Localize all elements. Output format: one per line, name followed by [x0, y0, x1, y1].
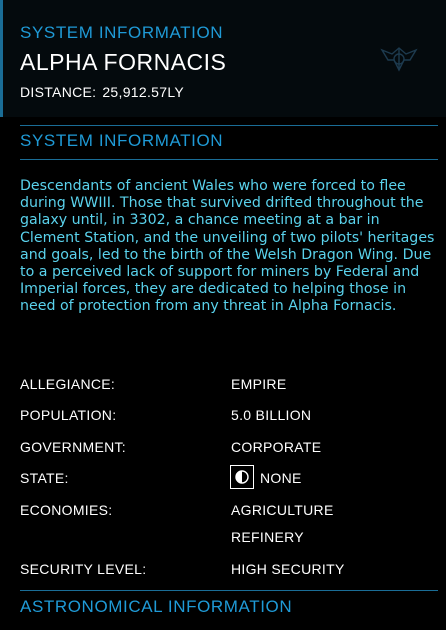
population-label: POPULATION: — [20, 407, 117, 423]
distance-row: DISTANCE: 25,912.57LY — [20, 84, 184, 100]
half-circle-icon — [230, 465, 254, 489]
economies-label: ECONOMIES: — [20, 502, 113, 518]
header-section-title: SYSTEM INFORMATION — [20, 23, 224, 42]
government-label: GOVERNMENT: — [20, 439, 126, 455]
government-value: CORPORATE — [231, 439, 322, 455]
state-value: NONE — [260, 470, 302, 486]
economy-value-2: REFINERY — [231, 529, 304, 545]
section-divider-top — [20, 125, 438, 126]
allegiance-label: ALLEGIANCE: — [20, 376, 116, 392]
section-divider-bottom — [20, 159, 438, 160]
state-label: STATE: — [20, 470, 69, 486]
distance-value: 25,912.57LY — [102, 84, 185, 100]
allegiance-value: EMPIRE — [231, 376, 287, 392]
astronomical-info-title[interactable]: ASTRONOMICAL INFORMATION — [20, 597, 292, 617]
system-description: Descendants of ancient Wales who were fo… — [20, 178, 435, 315]
astronomical-divider — [20, 590, 438, 591]
security-level-value: HIGH SECURITY — [231, 561, 345, 577]
header-accent-bar — [0, 0, 3, 117]
system-info-title: SYSTEM INFORMATION — [20, 131, 224, 150]
economy-value-1: AGRICULTURE — [231, 502, 334, 518]
faction-emblem-icon — [376, 40, 422, 76]
security-level-label: SECURITY LEVEL: — [20, 561, 147, 577]
system-header: SYSTEM INFORMATION ALPHA FORNACIS DISTAN… — [0, 0, 446, 117]
distance-label: DISTANCE: — [20, 84, 97, 100]
system-name: ALPHA FORNACIS — [20, 49, 227, 75]
population-value: 5.0 BILLION — [231, 407, 312, 423]
